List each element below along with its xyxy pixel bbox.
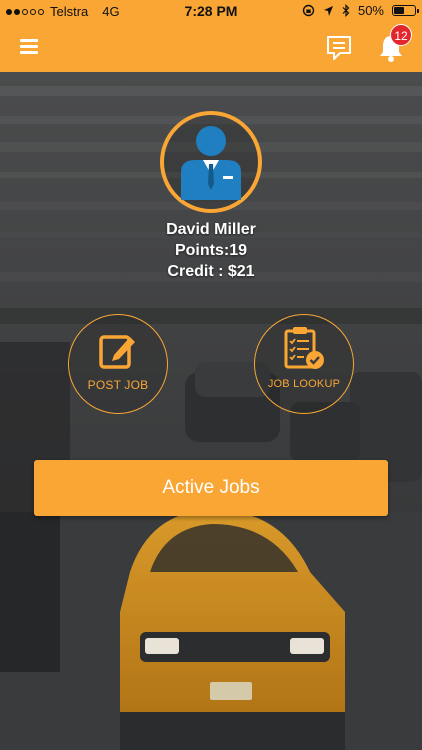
- profile-name: David Miller: [166, 221, 256, 238]
- job-lookup-label: JOB LOOKUP: [267, 378, 341, 390]
- post-job-label: POST JOB: [87, 378, 149, 392]
- profile-points: Points:19: [174, 242, 247, 259]
- status-bar: Telstra 4G 7:28 PM 50%: [0, 0, 422, 22]
- rotation-lock-icon: [302, 4, 315, 17]
- edit-note-icon: [99, 335, 135, 369]
- bluetooth-icon: [342, 4, 350, 17]
- clipboard-check-icon: [284, 327, 324, 369]
- profile-avatar[interactable]: [160, 111, 262, 213]
- battery-percent: 50%: [357, 3, 384, 18]
- notification-badge: 12: [390, 24, 412, 46]
- app-screen: Telstra 4G 7:28 PM 50% 12 David Miller P…: [0, 0, 422, 750]
- battery-icon: [392, 5, 419, 16]
- location-arrow-icon: [323, 5, 333, 16]
- status-right: 50%: [302, 3, 419, 18]
- job-lookup-button[interactable]: JOB LOOKUP: [254, 314, 354, 414]
- person-avatar-icon: [181, 126, 241, 200]
- chat-bubble-icon[interactable]: [325, 34, 353, 62]
- notifications-button[interactable]: 12: [376, 24, 412, 64]
- hamburger-menu-icon[interactable]: [20, 39, 38, 54]
- top-nav-bar: 12: [0, 22, 422, 72]
- profile-credit: Credit : $21: [167, 263, 255, 280]
- active-jobs-button[interactable]: Active Jobs: [34, 460, 388, 516]
- post-job-button[interactable]: POST JOB: [68, 314, 168, 414]
